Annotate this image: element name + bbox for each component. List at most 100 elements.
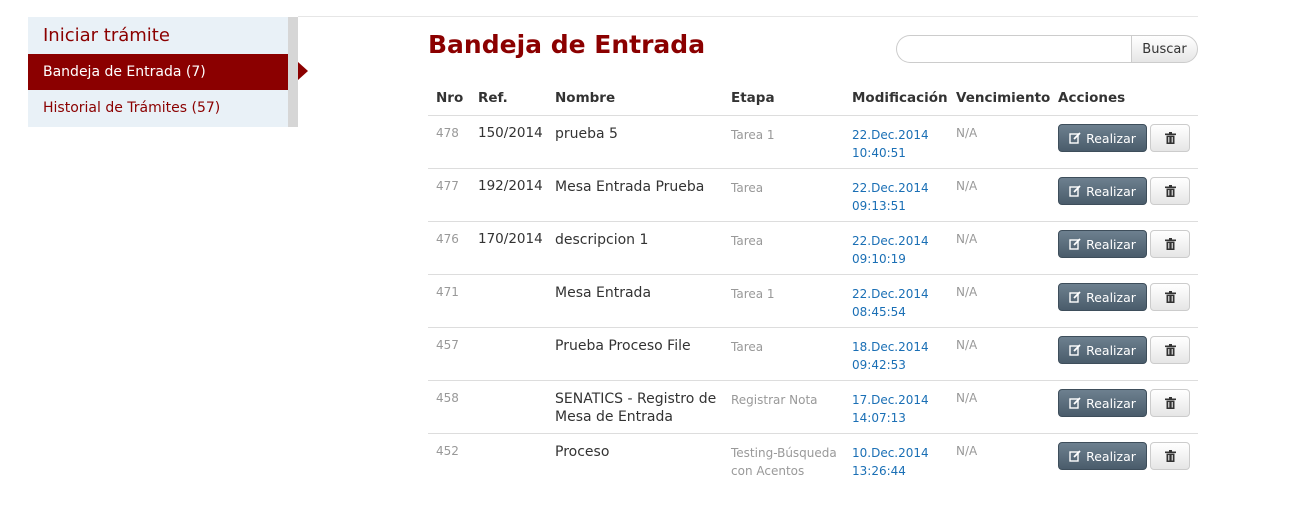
header-vencimiento[interactable]: Vencimiento <box>956 90 1050 106</box>
trash-icon <box>1164 344 1176 356</box>
cell-vencimiento: N/A <box>956 391 978 405</box>
top-divider <box>298 16 1198 17</box>
delete-button[interactable] <box>1150 442 1190 470</box>
delete-button[interactable] <box>1150 283 1190 311</box>
cell-fecha: 18.Dec.2014 <box>852 340 929 354</box>
realizar-label: Realizar <box>1086 448 1136 464</box>
table-row: 452 Proceso Testing-Búsqueda con Acentos… <box>428 433 1198 486</box>
cell-ref: 170/2014 <box>478 231 543 247</box>
table-row: 458 SENATICS - Registro de Mesa de Entra… <box>428 380 1198 433</box>
delete-button[interactable] <box>1150 389 1190 417</box>
delete-button[interactable] <box>1150 336 1190 364</box>
delete-button[interactable] <box>1150 230 1190 258</box>
sidebar: Iniciar trámite Bandeja de Entrada (7) H… <box>28 17 298 127</box>
cell-ref: 150/2014 <box>478 125 543 141</box>
cell-hora: 14:07:13 <box>852 411 906 425</box>
cell-vencimiento: N/A <box>956 285 978 299</box>
cell-nombre: descripcion 1 <box>555 232 649 248</box>
realizar-label: Realizar <box>1086 236 1136 252</box>
cell-nro: 458 <box>436 391 459 405</box>
cell-nro: 478 <box>436 126 459 140</box>
cell-nombre: prueba 5 <box>555 126 618 142</box>
trash-icon <box>1164 132 1176 144</box>
realizar-label: Realizar <box>1086 130 1136 146</box>
cell-nro: 476 <box>436 232 459 246</box>
cell-hora: 08:45:54 <box>852 305 906 319</box>
cell-modificacion: 22.Dec.2014 09:13:51 <box>852 179 929 215</box>
edit-icon <box>1069 185 1081 197</box>
cell-modificacion: 18.Dec.2014 09:42:53 <box>852 338 929 374</box>
header-acciones: Acciones <box>1058 90 1126 106</box>
realizar-button[interactable]: Realizar <box>1058 124 1147 152</box>
table-row: 478 150/2014 prueba 5 Tarea 1 22.Dec.201… <box>428 115 1198 168</box>
realizar-button[interactable]: Realizar <box>1058 230 1147 258</box>
cell-fecha: 22.Dec.2014 <box>852 181 929 195</box>
edit-icon <box>1069 344 1081 356</box>
cell-nombre: Mesa Entrada <box>555 285 652 301</box>
edit-icon <box>1069 397 1081 409</box>
cell-nro: 471 <box>436 285 459 299</box>
realizar-button[interactable]: Realizar <box>1058 283 1147 311</box>
cell-nro: 452 <box>436 444 459 458</box>
cell-hora: 10:40:51 <box>852 146 906 160</box>
realizar-label: Realizar <box>1086 183 1136 199</box>
cell-etapa: Tarea <box>731 181 764 195</box>
sidebar-item-start-procedure[interactable]: Iniciar trámite <box>43 25 170 46</box>
cell-fecha: 17.Dec.2014 <box>852 393 929 407</box>
cell-modificacion: 22.Dec.2014 08:45:54 <box>852 285 929 321</box>
cell-nro: 477 <box>436 179 459 193</box>
cell-etapa: Tarea <box>731 340 764 354</box>
cell-hora: 09:10:19 <box>852 252 906 266</box>
header-nombre[interactable]: Nombre <box>555 90 615 106</box>
page-title: Bandeja de Entrada <box>428 30 706 59</box>
header-modificacion[interactable]: Modificación <box>852 90 948 106</box>
table-row: 476 170/2014 descripcion 1 Tarea 22.Dec.… <box>428 221 1198 274</box>
cell-nombre: Proceso <box>555 444 610 460</box>
sidebar-item-inbox[interactable]: Bandeja de Entrada (7) <box>28 54 298 90</box>
cell-fecha: 22.Dec.2014 <box>852 287 929 301</box>
cell-fecha: 22.Dec.2014 <box>852 234 929 248</box>
sidebar-item-history[interactable]: Historial de Trámites (57) <box>43 100 220 116</box>
realizar-label: Realizar <box>1086 342 1136 358</box>
cell-vencimiento: N/A <box>956 179 978 193</box>
realizar-button[interactable]: Realizar <box>1058 389 1147 417</box>
table-row: 457 Prueba Proceso File Tarea 18.Dec.201… <box>428 327 1198 380</box>
table-row: 471 Mesa Entrada Tarea 1 22.Dec.2014 08:4… <box>428 274 1198 327</box>
cell-nombre: SENATICS - Registro de Mesa de Entrada <box>555 391 717 425</box>
cell-hora: 09:42:53 <box>852 358 906 372</box>
cell-vencimiento: N/A <box>956 126 978 140</box>
realizar-label: Realizar <box>1086 289 1136 305</box>
delete-button[interactable] <box>1150 124 1190 152</box>
cell-fecha: 10.Dec.2014 <box>852 446 929 460</box>
realizar-button[interactable]: Realizar <box>1058 177 1147 205</box>
edit-icon <box>1069 238 1081 250</box>
header-etapa[interactable]: Etapa <box>731 90 775 106</box>
delete-button[interactable] <box>1150 177 1190 205</box>
edit-icon <box>1069 132 1081 144</box>
realizar-button[interactable]: Realizar <box>1058 336 1147 364</box>
search-input[interactable] <box>896 35 1132 63</box>
cell-hora: 13:26:44 <box>852 464 906 478</box>
cell-hora: 09:13:51 <box>852 199 906 213</box>
edit-icon <box>1069 450 1081 462</box>
header-nro[interactable]: Nro <box>436 90 463 106</box>
search-button[interactable]: Buscar <box>1131 35 1198 63</box>
cell-etapa: Testing-Búsqueda con Acentos <box>731 446 837 478</box>
cell-etapa: Tarea 1 <box>731 128 775 142</box>
trash-icon <box>1164 450 1176 462</box>
cell-vencimiento: N/A <box>956 232 978 246</box>
table-row: 477 192/2014 Mesa Entrada Prueba Tarea 2… <box>428 168 1198 221</box>
active-item-arrow <box>298 62 308 80</box>
cell-modificacion: 22.Dec.2014 10:40:51 <box>852 126 929 162</box>
cell-modificacion: 17.Dec.2014 14:07:13 <box>852 391 929 427</box>
cell-nombre: Prueba Proceso File <box>555 338 691 354</box>
trash-icon <box>1164 291 1176 303</box>
realizar-label: Realizar <box>1086 395 1136 411</box>
realizar-button[interactable]: Realizar <box>1058 442 1147 470</box>
cell-vencimiento: N/A <box>956 338 978 352</box>
header-ref[interactable]: Ref. <box>478 90 508 106</box>
cell-vencimiento: N/A <box>956 444 978 458</box>
cell-nombre: Mesa Entrada Prueba <box>555 179 705 195</box>
cell-nro: 457 <box>436 338 459 352</box>
trash-icon <box>1164 238 1176 250</box>
